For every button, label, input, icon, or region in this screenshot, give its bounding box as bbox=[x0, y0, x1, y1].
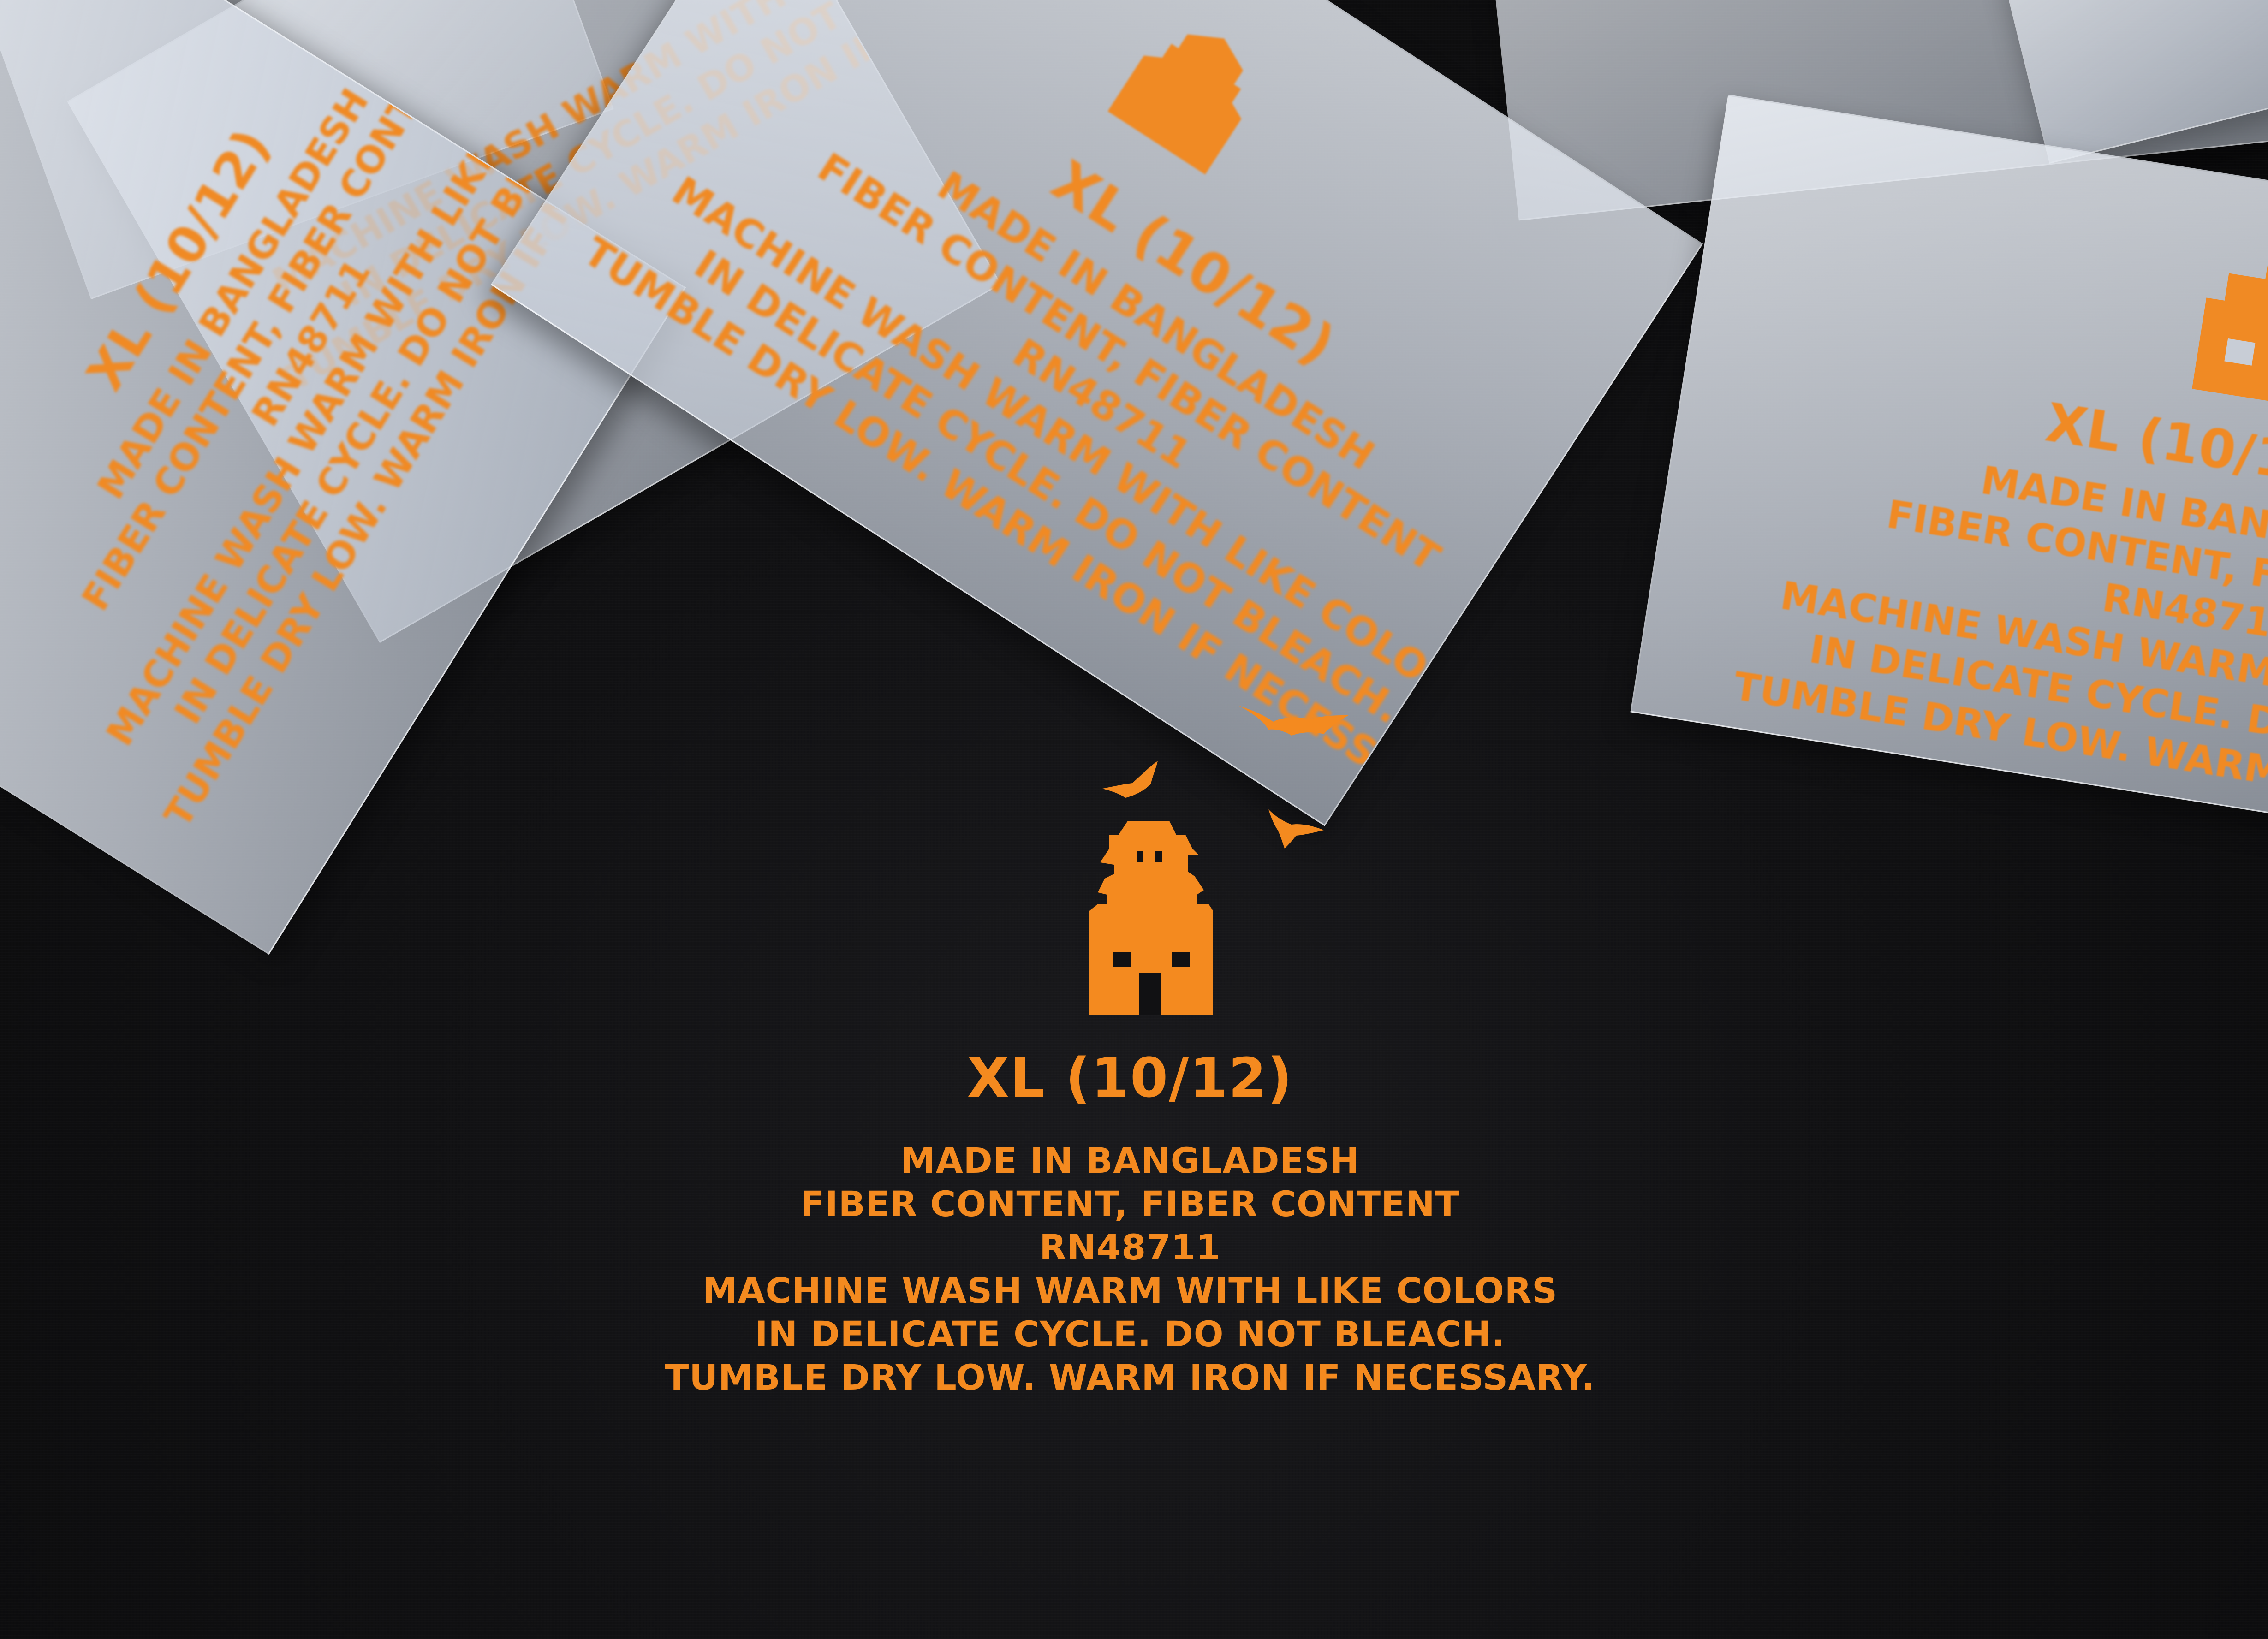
care-line-dry: TUMBLE DRY LOW. WARM IRON IF NECESSARY. bbox=[665, 1357, 1595, 1398]
printed-care-label: XL (10/12) MADE IN BANGLADESH FIBER CONT… bbox=[507, 696, 1753, 1434]
size-text: XL (10/12) bbox=[967, 1046, 1293, 1110]
bat-icon bbox=[1238, 706, 1349, 736]
bat-icon bbox=[1268, 809, 1324, 849]
haunted-house-icon bbox=[2192, 261, 2268, 412]
care-line-rn: RN48711 bbox=[1039, 1227, 1221, 1268]
care-line-fiber: FIBER CONTENT, FIBER CONTENT bbox=[800, 1183, 1460, 1224]
film-care-text: XL (10/12) MADE IN BANGLADESH FIBER CONT… bbox=[1712, 345, 2268, 835]
haunted-house-icon bbox=[1107, 34, 1243, 175]
haunted-house-with-bats-icon bbox=[1089, 706, 1349, 1015]
bat-icon bbox=[1102, 761, 1158, 798]
care-line-cycle: IN DELICATE CYCLE. DO NOT BLEACH. bbox=[755, 1313, 1506, 1354]
care-line-wash: MACHINE WASH WARM WITH LIKE COLORS bbox=[702, 1270, 1558, 1311]
care-line-origin: MADE IN BANGLADESH bbox=[900, 1140, 1360, 1181]
care-instructions: MADE IN BANGLADESH FIBER CONTENT, FIBER … bbox=[507, 1139, 1753, 1399]
photo-scene: MACHINE WASH WARM WITH LIKE COLORS IN DE… bbox=[0, 0, 2268, 1639]
